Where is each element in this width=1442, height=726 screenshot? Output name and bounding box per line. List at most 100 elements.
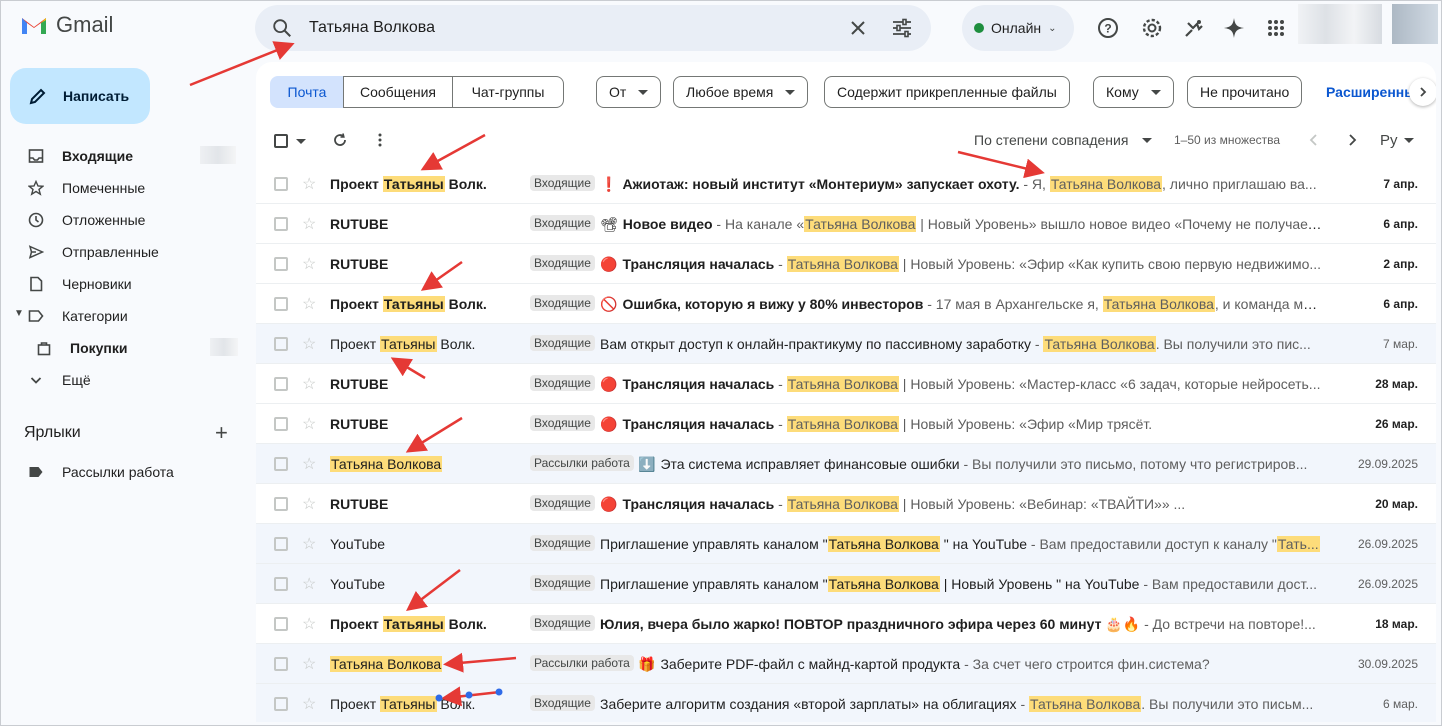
email-row[interactable]: ☆ RUTUBE Входящие 📽 Новое видео - На канале … <box>256 204 1436 244</box>
nav-item-sent[interactable]: Отправленные <box>0 236 250 268</box>
row-checkbox[interactable] <box>274 337 288 351</box>
add-label-icon[interactable]: + <box>215 422 228 444</box>
label-chip[interactable]: Входящие <box>530 175 595 191</box>
email-row[interactable]: ☆ Татьяна Волкова Рассылки работа ⬇️ Эта сис… <box>256 444 1436 484</box>
email-row[interactable]: ☆ RUTUBE Входящие 🔴 Трансляция началась - Та… <box>256 364 1436 404</box>
label-chip[interactable]: Входящие <box>530 415 595 431</box>
gmail-logo[interactable]: Gmail <box>20 12 113 38</box>
nav-item-snoozed[interactable]: Отложенные <box>0 204 250 236</box>
status-selector[interactable]: Онлайн ⌄ <box>962 5 1074 51</box>
row-checkbox[interactable] <box>274 297 288 311</box>
filter-to[interactable]: Кому <box>1093 76 1174 108</box>
nav-item-drafts[interactable]: Черновики <box>0 268 250 300</box>
email-row[interactable]: ☆ Проект Татьяны Волк. Входящие ❗ Ажиотаж: н… <box>256 164 1436 204</box>
star-icon[interactable]: ☆ <box>302 174 316 194</box>
star-icon[interactable]: ☆ <box>302 494 316 514</box>
row-checkbox[interactable] <box>274 697 288 711</box>
nav-item-more[interactable]: Ещё <box>0 364 250 396</box>
label-chip[interactable]: Входящие <box>530 495 595 511</box>
select-dropdown-icon[interactable] <box>296 139 306 144</box>
star-icon[interactable]: ☆ <box>302 454 316 474</box>
email-date: 7 апр. <box>1383 177 1418 191</box>
row-checkbox[interactable] <box>274 217 288 231</box>
label-chip[interactable]: Входящие <box>530 695 595 711</box>
row-checkbox[interactable] <box>274 537 288 551</box>
star-icon[interactable]: ☆ <box>302 574 316 594</box>
email-row[interactable]: ☆ Проект Татьяны Волк. Входящие Вам открыт … <box>256 324 1436 364</box>
label-chip[interactable]: Рассылки работа <box>530 455 634 471</box>
star-icon[interactable]: ☆ <box>302 374 316 394</box>
label-chip[interactable]: Входящие <box>530 615 595 631</box>
row-checkbox[interactable] <box>274 617 288 631</box>
tab-mail[interactable]: Почта <box>270 76 344 108</box>
row-checkbox[interactable] <box>274 577 288 591</box>
star-icon[interactable]: ☆ <box>302 294 316 314</box>
row-checkbox[interactable] <box>274 257 288 271</box>
label-chip[interactable]: Входящие <box>530 575 595 591</box>
row-checkbox[interactable] <box>274 497 288 511</box>
search-input[interactable] <box>309 16 829 40</box>
chevron-right-icon[interactable] <box>1409 78 1436 106</box>
filter-any-time[interactable]: Любое время <box>673 76 809 108</box>
gmail-m-icon <box>22 18 46 34</box>
avatar[interactable] <box>1392 4 1438 44</box>
email-row[interactable]: ☆ Проект Татьяны Волк. Входящие 🚫 Ошибка, ко… <box>256 284 1436 324</box>
email-row[interactable]: ☆ RUTUBE Входящие 🔴 Трансляция началась - Та… <box>256 404 1436 444</box>
next-page-icon[interactable] <box>1344 132 1360 148</box>
filter-from[interactable]: От <box>596 76 662 108</box>
row-checkbox[interactable] <box>274 457 288 471</box>
label-chip[interactable]: Входящие <box>530 295 595 311</box>
email-row[interactable]: ☆ RUTUBE Входящие 🔴 Трансляция началась - Та… <box>256 484 1436 524</box>
refresh-icon[interactable] <box>332 132 348 148</box>
filter-unread[interactable]: Не прочитано <box>1187 76 1303 108</box>
nav-item-starred[interactable]: Помеченные <box>0 172 250 204</box>
star-icon[interactable]: ☆ <box>302 254 316 274</box>
nav-item-categories[interactable]: ▼ Категории <box>0 300 250 332</box>
gemini-sparkle-icon[interactable] <box>1222 16 1246 40</box>
star-icon[interactable]: ☆ <box>302 534 316 554</box>
nav-item-purchases[interactable]: Покупки <box>0 332 250 364</box>
gemini-tools-icon[interactable] <box>1182 16 1206 40</box>
star-icon[interactable]: ☆ <box>302 334 316 354</box>
row-checkbox[interactable] <box>274 657 288 671</box>
tab-chat-groups[interactable]: Чат-группы <box>452 76 564 108</box>
email-row[interactable]: ☆ Проект Татьяны Волк. Входящие Заберите ал… <box>256 684 1436 722</box>
label-chip[interactable]: Входящие <box>530 535 595 551</box>
more-vert-icon[interactable] <box>372 132 388 148</box>
clear-search-icon[interactable] <box>848 18 868 38</box>
select-all-checkbox[interactable] <box>274 134 288 148</box>
search-icon[interactable] <box>271 17 293 39</box>
prev-page-icon[interactable] <box>1306 132 1322 148</box>
star-icon[interactable]: ☆ <box>302 614 316 634</box>
row-checkbox[interactable] <box>274 177 288 191</box>
settings-gear-icon[interactable] <box>1140 16 1164 40</box>
input-language-selector[interactable]: Ру <box>1380 132 1414 149</box>
label-chip[interactable]: Входящие <box>530 335 595 351</box>
help-icon[interactable]: ? <box>1096 16 1120 40</box>
email-row[interactable]: ☆ RUTUBE Входящие 🔴 Трансляция началась - Та… <box>256 244 1436 284</box>
email-row[interactable]: ☆ YouTube Входящие Приглашение управлять ка… <box>256 524 1436 564</box>
nav-item-label-newsletters[interactable]: Рассылки работа <box>0 456 250 488</box>
search-bar[interactable] <box>255 5 931 51</box>
search-options-icon[interactable] <box>891 18 913 38</box>
compose-button[interactable]: Написать <box>10 68 150 124</box>
email-row[interactable]: ☆ Проект Татьяны Волк. Входящие Юлия, вчера… <box>256 604 1436 644</box>
label-chip[interactable]: Входящие <box>530 215 595 231</box>
label-chip[interactable]: Входящие <box>530 255 595 271</box>
star-icon[interactable]: ☆ <box>302 414 316 434</box>
row-checkbox[interactable] <box>274 417 288 431</box>
star-icon[interactable]: ☆ <box>302 214 316 234</box>
email-row[interactable]: ☆ YouTube Входящие Приглашение управлять ка… <box>256 564 1436 604</box>
star-icon[interactable]: ☆ <box>302 654 316 674</box>
advanced-search-link[interactable]: Расширенны <box>1326 84 1416 100</box>
nav-item-inbox[interactable]: Входящие <box>0 140 250 172</box>
star-icon[interactable]: ☆ <box>302 694 316 714</box>
label-chip[interactable]: Входящие <box>530 375 595 391</box>
label-chip[interactable]: Рассылки работа <box>530 655 634 671</box>
apps-grid-icon[interactable] <box>1264 16 1288 40</box>
sort-selector[interactable]: По степени совпадения <box>974 132 1153 148</box>
email-row[interactable]: ☆ Татьяна Волкова Рассылки работа 🎁 Заберите… <box>256 644 1436 684</box>
row-checkbox[interactable] <box>274 377 288 391</box>
filter-has-attachment[interactable]: Содержит прикрепленные файлы <box>824 76 1070 108</box>
tab-messages[interactable]: Сообщения <box>343 76 453 108</box>
